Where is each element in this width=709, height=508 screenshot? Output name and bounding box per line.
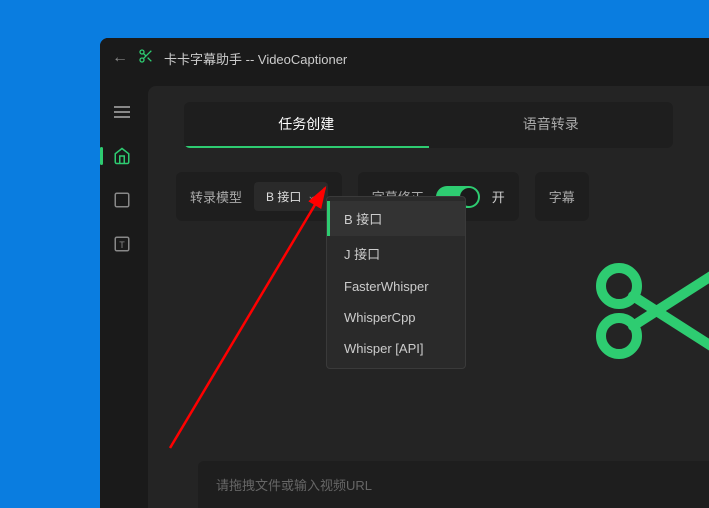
- hamburger-icon: [114, 106, 130, 118]
- dropdown-item[interactable]: J 接口: [327, 236, 465, 271]
- main-panel: 任务创建 语音转录 转录模型 B 接口 ⌄ 字幕修正 开: [148, 86, 709, 508]
- svg-text:T: T: [119, 240, 125, 250]
- extra-label: 字幕: [549, 187, 575, 206]
- dropdown-item[interactable]: Whisper [API]: [327, 333, 465, 364]
- menu-button[interactable]: [108, 98, 136, 126]
- dropdown-item[interactable]: WhisperCpp: [327, 302, 465, 333]
- chevron-down-icon: ⌄: [307, 191, 315, 202]
- url-input[interactable]: 请拖拽文件或输入视频URL: [198, 461, 709, 508]
- toggle-state-label: 开: [492, 187, 505, 206]
- tab-task-create[interactable]: 任务创建: [184, 102, 429, 148]
- app-scissors-icon: [138, 48, 154, 69]
- sidebar-item-tasks[interactable]: [108, 186, 136, 214]
- content-area: T 任务创建 语音转录 转录模型 B 接口 ⌄ 字幕修正: [100, 78, 709, 508]
- model-dropdown-button[interactable]: B 接口 ⌄: [254, 182, 328, 211]
- window-title: 卡卡字幕助手 -- VideoCaptioner: [164, 49, 347, 68]
- model-control: 转录模型 B 接口 ⌄: [176, 172, 342, 221]
- sidebar-item-home[interactable]: [108, 142, 136, 170]
- app-window: ← 卡卡字幕助手 -- VideoCaptioner T 任务创建 语音转录: [100, 38, 709, 508]
- extra-control: 字幕: [535, 172, 589, 221]
- text-icon: T: [113, 235, 131, 253]
- titlebar: ← 卡卡字幕助手 -- VideoCaptioner: [100, 38, 709, 78]
- square-icon: [113, 191, 131, 209]
- sidebar: T: [100, 78, 144, 508]
- model-value: B 接口: [266, 188, 301, 205]
- tab-voice-transcribe[interactable]: 语音转录: [429, 102, 674, 148]
- model-dropdown-menu: B 接口 J 接口 FasterWhisper WhisperCpp Whisp…: [326, 196, 466, 369]
- dropdown-item[interactable]: B 接口: [327, 201, 465, 236]
- home-icon: [113, 147, 131, 165]
- back-button[interactable]: ←: [112, 49, 128, 67]
- app-logo: [589, 256, 709, 366]
- dropdown-item[interactable]: FasterWhisper: [327, 271, 465, 302]
- model-label: 转录模型: [190, 187, 242, 206]
- tab-bar: 任务创建 语音转录: [184, 102, 673, 148]
- scissors-logo-icon: [589, 256, 709, 366]
- sidebar-item-text[interactable]: T: [108, 230, 136, 258]
